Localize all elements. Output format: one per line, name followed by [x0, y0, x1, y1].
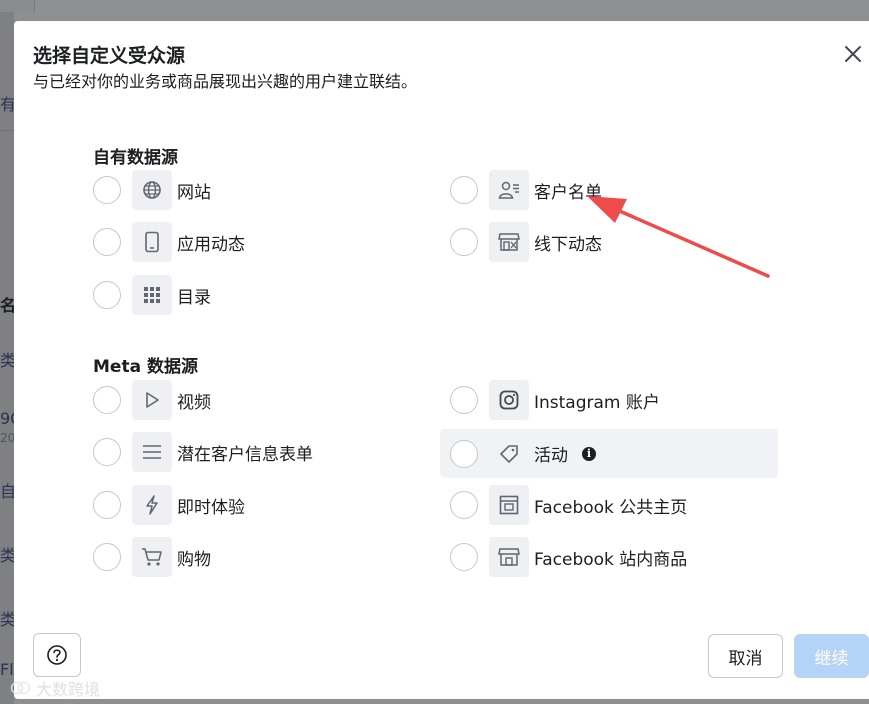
- option-instant-experience[interactable]: 即时体验: [93, 482, 423, 528]
- option-video[interactable]: 视频: [93, 377, 423, 423]
- play-icon: [132, 380, 172, 420]
- option-catalog[interactable]: 目录: [93, 272, 423, 318]
- option-label: 视频: [177, 392, 211, 413]
- facebook-page-icon: [489, 485, 529, 525]
- radio-button[interactable]: [450, 491, 478, 519]
- option-label: 客户名单: [534, 182, 602, 203]
- lightning-icon: [132, 485, 172, 525]
- option-lead-form[interactable]: 潜在客户信息表单: [93, 429, 423, 475]
- watermark-text: 大数跨境: [36, 680, 101, 699]
- grid-icon: [132, 275, 172, 315]
- radio-button[interactable]: [93, 491, 121, 519]
- instagram-icon: [489, 380, 529, 420]
- option-label: 购物: [177, 549, 211, 570]
- option-label: 网站: [177, 182, 211, 203]
- watermark-logo-icon: [10, 681, 31, 695]
- close-icon[interactable]: [842, 43, 864, 65]
- option-label: 潜在客户信息表单: [177, 444, 313, 465]
- radio-button[interactable]: [450, 386, 478, 414]
- watermark: 大数跨境: [10, 676, 100, 700]
- option-label: Instagram 账户: [534, 392, 660, 413]
- option-website[interactable]: 网站: [93, 167, 423, 213]
- own-data-sources-heading: 自有数据源: [93, 148, 178, 168]
- radio-button[interactable]: [93, 386, 121, 414]
- dialog-subtitle: 与已经对你的业务或商品展现出兴趣的用户建立联结。: [33, 72, 418, 91]
- radio-button[interactable]: [450, 439, 478, 468]
- radio-button[interactable]: [450, 176, 478, 204]
- mobile-phone-icon: [132, 222, 172, 262]
- background-text: 9C: [0, 409, 14, 428]
- background-text: 名: [0, 296, 14, 315]
- form-lines-icon: [132, 432, 172, 472]
- background-text: 类: [0, 546, 14, 565]
- shop-icon: [489, 537, 529, 577]
- info-icon[interactable]: i: [582, 446, 596, 461]
- radio-button[interactable]: [93, 281, 121, 309]
- cart-icon: [132, 537, 172, 577]
- background-text: 类: [0, 351, 14, 370]
- background-divider: [0, 130, 14, 131]
- background-text: 自: [0, 482, 14, 501]
- radio-button[interactable]: [93, 543, 121, 571]
- option-customer-list[interactable]: 客户名单: [450, 167, 780, 213]
- customer-list-icon: [489, 170, 529, 210]
- radio-button[interactable]: [93, 438, 121, 466]
- question-icon[interactable]: [46, 644, 68, 666]
- option-shopping[interactable]: 购物: [93, 534, 423, 580]
- option-label: 活动: [534, 446, 568, 466]
- store-icon: [489, 222, 529, 262]
- help-button[interactable]: [33, 633, 81, 677]
- globe-icon: [132, 170, 172, 210]
- cancel-button[interactable]: 取消: [708, 634, 783, 678]
- meta-data-sources-heading: Meta 数据源: [93, 357, 198, 377]
- radio-button[interactable]: [93, 228, 121, 256]
- option-events[interactable]: 活动 i: [440, 429, 778, 478]
- ticket-icon: [489, 434, 529, 474]
- background-text: 20: [0, 431, 14, 445]
- option-facebook-shop[interactable]: Facebook 站内商品: [450, 534, 780, 580]
- option-label: 即时体验: [177, 497, 245, 518]
- custom-audience-source-dialog: 选择自定义受众源 与已经对你的业务或商品展现出兴趣的用户建立联结。 自有数据源 …: [14, 21, 869, 699]
- radio-button[interactable]: [450, 228, 478, 256]
- close-button[interactable]: [842, 43, 864, 65]
- background-text: 有: [0, 95, 14, 114]
- continue-button[interactable]: 继续: [794, 634, 869, 678]
- option-offline-activity[interactable]: 线下动态: [450, 219, 780, 265]
- option-app-activity[interactable]: 应用动态: [93, 219, 423, 265]
- radio-button[interactable]: [450, 543, 478, 571]
- dialog-title: 选择自定义受众源: [33, 45, 186, 67]
- radio-button[interactable]: [93, 176, 121, 204]
- option-label: 应用动态: [177, 234, 245, 255]
- option-label: Facebook 公共主页: [534, 497, 688, 518]
- background-top-box: [0, 0, 35, 12]
- background-text: 类: [0, 610, 14, 629]
- option-label: 目录: [177, 287, 211, 308]
- option-facebook-page[interactable]: Facebook 公共主页: [450, 482, 780, 528]
- option-instagram-account[interactable]: Instagram 账户: [450, 377, 780, 423]
- option-label: 线下动态: [534, 234, 602, 255]
- option-label: Facebook 站内商品: [534, 549, 688, 570]
